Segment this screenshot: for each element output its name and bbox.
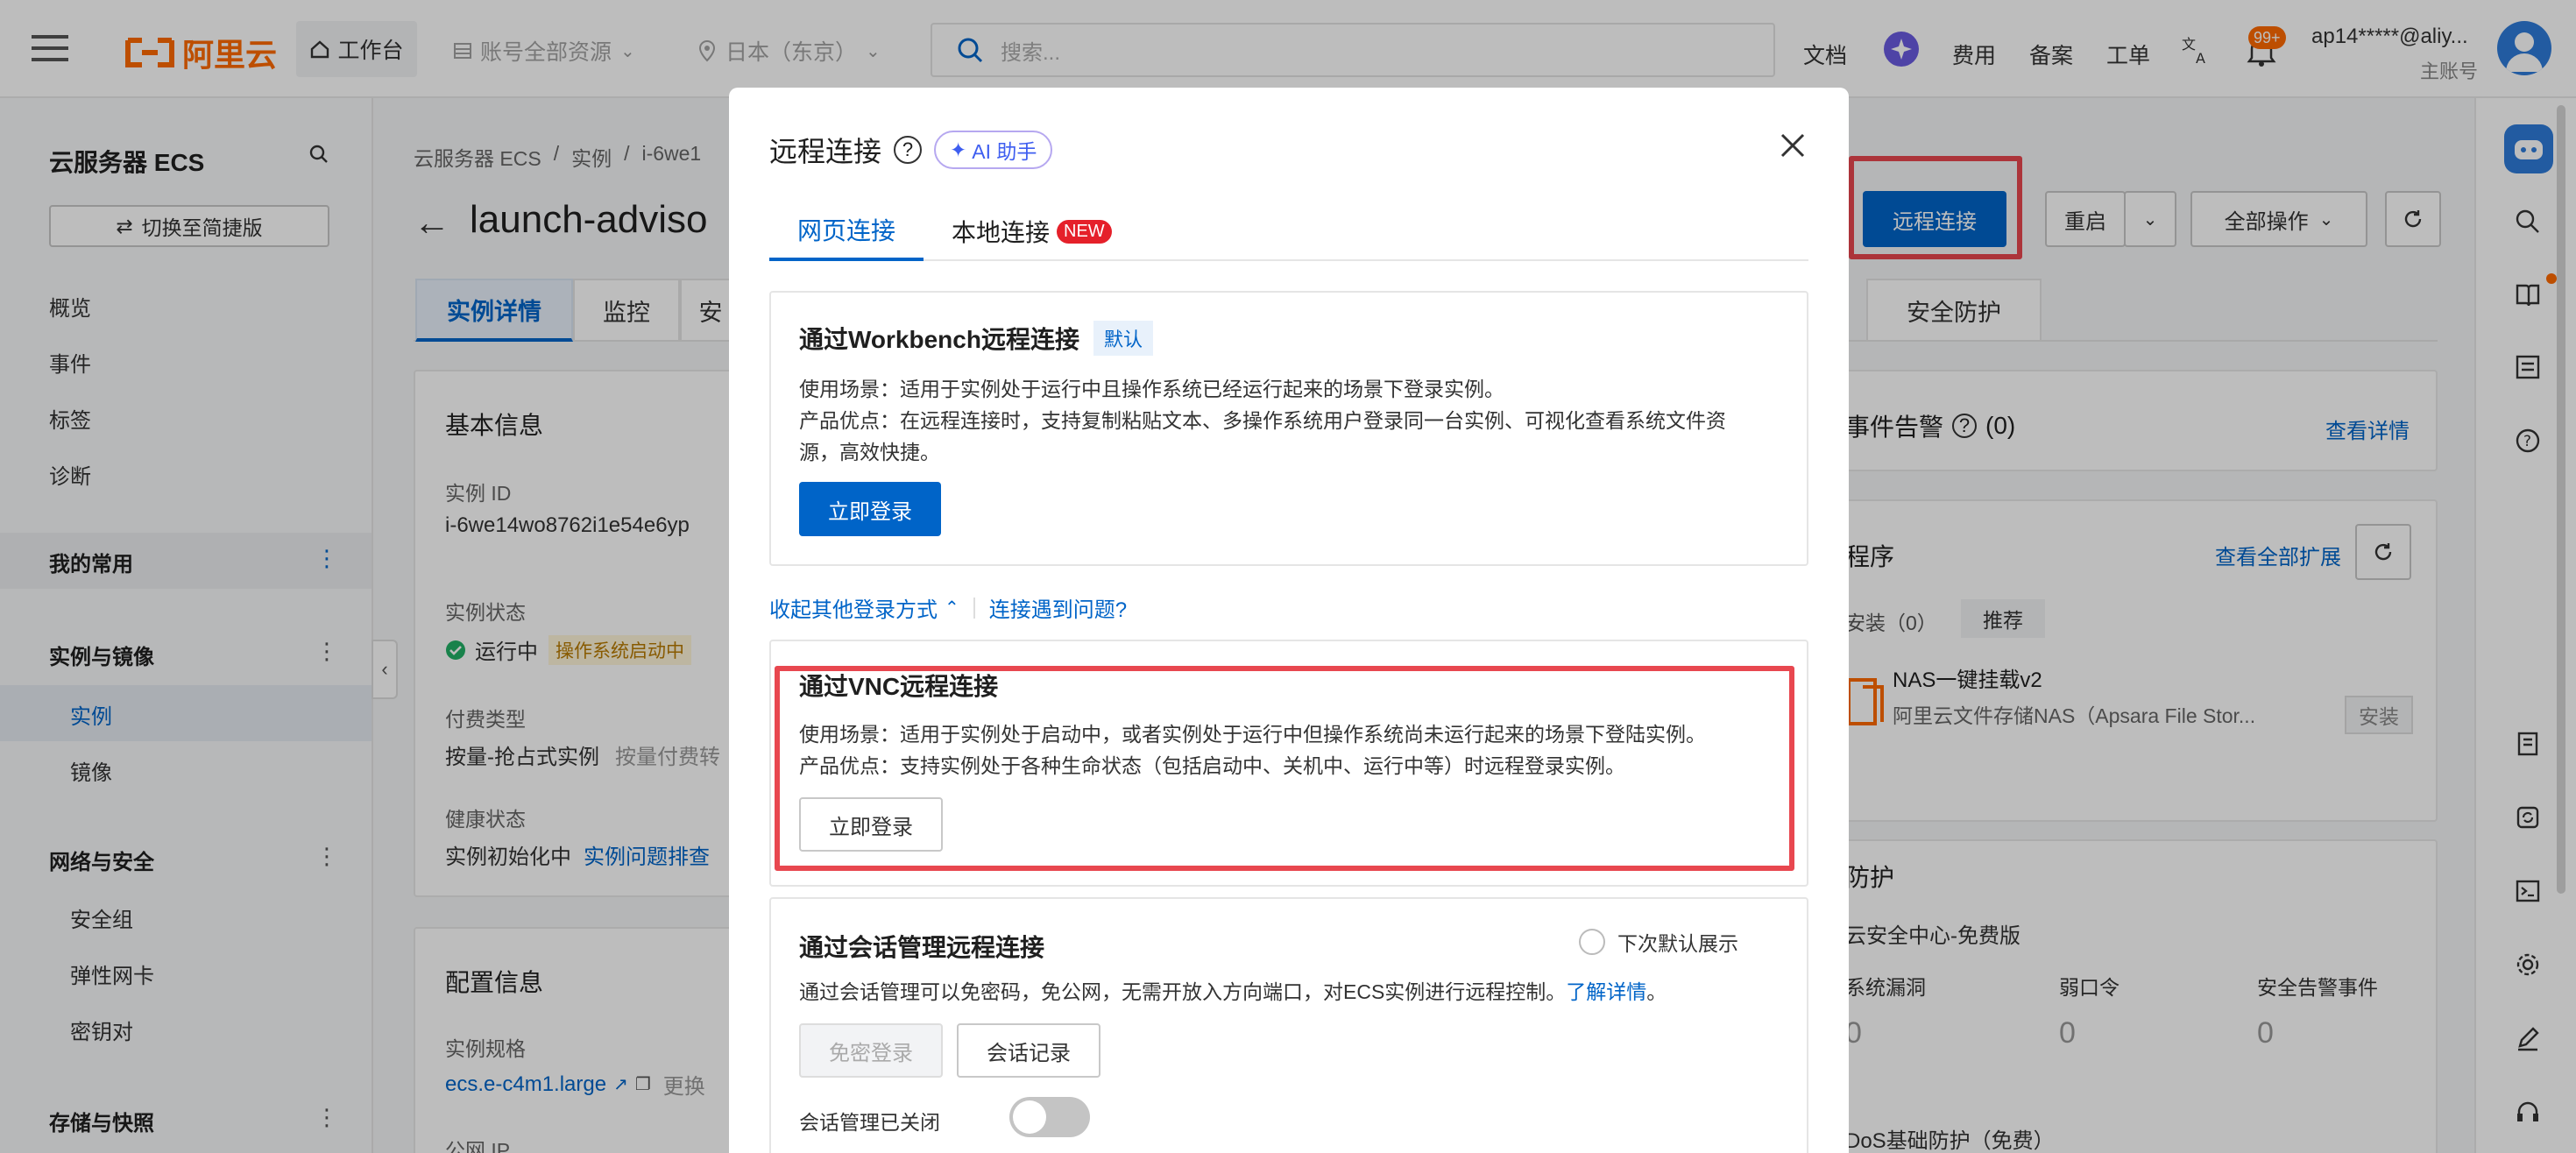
tab-local-connect[interactable]: 本地连接 NEW xyxy=(952,202,1112,261)
chevron-up-icon[interactable]: ⌃ xyxy=(945,597,959,619)
default-next-radio[interactable]: 下次默认展示 xyxy=(1579,927,1738,957)
help-icon[interactable]: ? xyxy=(894,136,923,164)
close-icon[interactable] xyxy=(1779,131,1807,159)
remote-connect-dialog: 远程连接 ? ✦ AI 助手 网页连接 本地连接 NEW 通过Workbench… xyxy=(729,88,1849,1153)
learn-more-link[interactable]: 了解详情 xyxy=(1566,980,1646,1003)
session-desc-period: 。 xyxy=(1646,980,1667,1003)
workbench-connect-box: 通过Workbench远程连接 默认 使用场景：适用于实例处于运行中且操作系统已… xyxy=(769,291,1808,566)
radio-circle[interactable] xyxy=(1579,929,1605,955)
new-badge: NEW xyxy=(1057,219,1112,244)
session-toggle-label: 会话管理已关闭 xyxy=(799,1111,940,1134)
highlight-vnc xyxy=(775,666,1794,871)
passwordless-login-button[interactable]: 免密登录 xyxy=(799,1023,943,1078)
session-manager-box: 通过会话管理远程连接 下次默认展示 通过会话管理可以免密码，免公网，无需开放入方… xyxy=(769,897,1808,1153)
toggle-knob xyxy=(1013,1100,1046,1134)
collapse-methods-link[interactable]: 收起其他登录方式 xyxy=(769,592,938,623)
ai-assistant-label: AI 助手 xyxy=(972,140,1037,163)
tab-local-label: 本地连接 xyxy=(952,219,1051,246)
session-record-button[interactable]: 会话记录 xyxy=(957,1023,1100,1078)
dialog-header: 远程连接 ? ✦ AI 助手 xyxy=(769,130,1053,170)
workbench-header: 通过Workbench远程连接 默认 xyxy=(799,321,1153,356)
session-desc-text: 通过会话管理可以免密码，免公网，无需开放入方向端口，对ECS实例进行远程控制。 xyxy=(799,980,1567,1003)
default-next-label: 下次默认展示 xyxy=(1617,932,1738,955)
default-badge: 默认 xyxy=(1093,321,1153,356)
connection-problem-link[interactable]: 连接遇到问题? xyxy=(989,592,1127,623)
session-description: 通过会话管理可以免密码，免公网，无需开放入方向端口，对ECS实例进行远程控制。了… xyxy=(799,976,1667,1008)
workbench-scene: 使用场景：适用于实例处于运行中且操作系统已经运行起来的场景下登录实例。 xyxy=(799,378,1504,400)
tab-divider xyxy=(769,259,1808,261)
dialog-title: 远程连接 xyxy=(769,136,882,167)
session-title: 通过会话管理远程连接 xyxy=(799,934,1045,961)
tab-web-connect[interactable]: 网页连接 xyxy=(769,202,924,261)
login-methods-links: 收起其他登录方式 ⌃ 连接遇到问题? xyxy=(769,592,1127,623)
sparkle-icon: ✦ xyxy=(950,138,967,161)
workbench-advantage-line2: 源，高效快捷。 xyxy=(799,441,940,463)
ai-assistant-button[interactable]: ✦ AI 助手 xyxy=(934,131,1053,169)
workbench-title: 通过Workbench远程连接 xyxy=(799,326,1079,353)
workbench-advantage-line1: 产品优点：在远程连接时，支持复制粘贴文本、多操作系统用户登录同一台实例、可视化查… xyxy=(799,409,1726,432)
link-divider xyxy=(973,597,975,619)
workbench-login-button[interactable]: 立即登录 xyxy=(799,482,941,536)
session-toggle-switch[interactable] xyxy=(1009,1097,1090,1137)
